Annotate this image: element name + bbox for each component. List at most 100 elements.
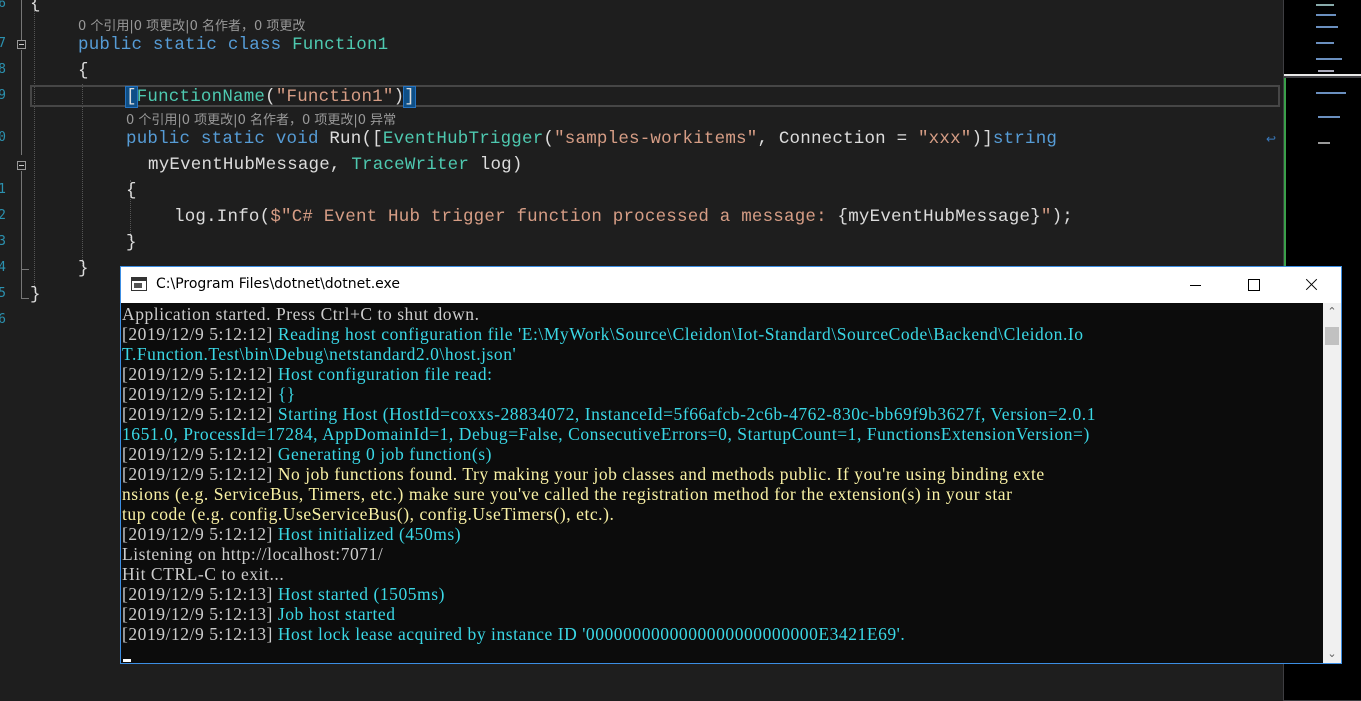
scrollbar-thumb[interactable] bbox=[1325, 327, 1339, 345]
console-titlebar[interactable]: C:\Program Files\dotnet\dotnet.exe bbox=[121, 267, 1341, 303]
type-name: TraceWriter bbox=[351, 155, 470, 175]
code-line: { bbox=[30, 0, 41, 14]
console-timestamp: [2019/12/9 5:12:12] bbox=[122, 404, 278, 424]
minimap-change-bar bbox=[1284, 78, 1286, 278]
console-line: T.Function.Test\bin\Debug\netstandard2.0… bbox=[122, 344, 516, 364]
string-literal: "Function1" bbox=[275, 87, 394, 107]
line-number: 0 bbox=[0, 130, 6, 145]
collapse-icon[interactable] bbox=[17, 161, 26, 170]
string-literal: "xxx" bbox=[917, 129, 972, 149]
code-text: log) bbox=[469, 155, 523, 175]
param-name: myEventHubMessage, bbox=[148, 155, 352, 175]
attribute-name: EventHubTrigger bbox=[382, 129, 544, 149]
line-number: 1 bbox=[0, 182, 6, 197]
bracket-match: ] bbox=[403, 86, 416, 108]
minimap-line bbox=[1316, 4, 1334, 6]
code-line: myEventHubMessage, TraceWriter log) bbox=[148, 155, 523, 175]
console-line: [2019/12/9 5:12:12] Reading host configu… bbox=[122, 324, 1084, 344]
console-line: [2019/12/9 5:12:12] Starting Host (HostI… bbox=[122, 404, 1096, 424]
word-wrap-icon: ↩ bbox=[1266, 132, 1277, 146]
console-line: tup code (e.g. config.UseServiceBus(), c… bbox=[122, 504, 614, 524]
keyword: void bbox=[275, 129, 319, 149]
console-timestamp: [2019/12/9 5:12:13] bbox=[122, 584, 278, 604]
console-window-icon[interactable] bbox=[131, 277, 147, 291]
console-message: Host configuration file read: bbox=[277, 364, 493, 384]
minimap-line bbox=[1316, 92, 1346, 94]
interpolation: {myEventHubMessage} bbox=[837, 207, 1041, 227]
console-line: [2019/12/9 5:12:12] No job functions fou… bbox=[122, 464, 1045, 484]
code-line: { bbox=[126, 181, 137, 201]
method-name: Run( bbox=[329, 129, 373, 149]
console-scrollbar[interactable]: ⌃ ⌄ bbox=[1323, 303, 1341, 663]
keyword: class bbox=[227, 35, 282, 55]
console-message: Listening on http://localhost:7071/ bbox=[122, 544, 384, 564]
window-title: C:\Program Files\dotnet\dotnet.exe bbox=[156, 276, 401, 292]
keyword: public bbox=[78, 35, 143, 55]
keyword: public bbox=[126, 129, 191, 149]
outline-end bbox=[21, 298, 29, 299]
console-timestamp: [2019/12/9 5:12:12] bbox=[122, 444, 278, 464]
console-line: [2019/12/9 5:12:12] {} bbox=[122, 384, 296, 404]
codelens-info[interactable]: 0 个引用|0 项更改|0 名作者，0 项更改|0 异常 bbox=[126, 109, 396, 128]
outline-end bbox=[21, 269, 29, 270]
minimap-line bbox=[1316, 58, 1342, 60]
console-timestamp: [2019/12/9 5:12:12] bbox=[122, 464, 278, 484]
console-message: 1651.0, ProcessId=17284, AppDomainId=1, … bbox=[122, 424, 1090, 444]
minimap-line bbox=[1318, 70, 1334, 72]
collapse-icon[interactable] bbox=[17, 40, 26, 49]
paren: ( bbox=[543, 129, 555, 149]
line-number: 6 bbox=[0, 0, 6, 11]
line-number: 3 bbox=[0, 234, 6, 249]
bracket: )] bbox=[971, 129, 993, 149]
console-output[interactable]: Application started. Press Ctrl+C to shu… bbox=[121, 303, 1323, 663]
minimap-line bbox=[1318, 116, 1340, 118]
console-line: Hit CTRL-C to exit... bbox=[122, 564, 284, 584]
paren: ( bbox=[265, 87, 276, 107]
attribute-name: FunctionName bbox=[136, 87, 266, 107]
outline-line bbox=[21, 171, 22, 299]
console-message: Generating 0 job function(s) bbox=[277, 444, 493, 464]
maximize-icon[interactable] bbox=[1224, 267, 1282, 303]
console-timestamp: [2019/12/9 5:12:12] bbox=[122, 384, 278, 404]
console-message: {} bbox=[277, 384, 296, 404]
line-number: 4 bbox=[0, 260, 6, 275]
keyword: string bbox=[992, 129, 1058, 149]
console-line: [2019/12/9 5:12:13] Host lock lease acqu… bbox=[122, 624, 905, 644]
minimap-line bbox=[1318, 142, 1330, 144]
console-line: nsions (e.g. ServiceBus, Timers, etc.) m… bbox=[122, 484, 1013, 504]
console-window[interactable]: C:\Program Files\dotnet\dotnet.exe Appli… bbox=[120, 266, 1342, 664]
console-timestamp: [2019/12/9 5:12:12] bbox=[122, 524, 278, 544]
console-message: Application started. Press Ctrl+C to shu… bbox=[122, 304, 480, 324]
console-message: Reading host configuration file 'E:\MyWo… bbox=[277, 324, 1084, 344]
code-text: , Connection = bbox=[757, 129, 918, 149]
console-timestamp: [2019/12/9 5:12:13] bbox=[122, 604, 278, 624]
line-number: 6 bbox=[0, 312, 6, 327]
scroll-up-icon[interactable]: ⌃ bbox=[1323, 303, 1341, 321]
code-line: public static class Function1 bbox=[78, 35, 388, 55]
scroll-down-icon[interactable]: ⌄ bbox=[1323, 645, 1341, 663]
console-timestamp: [2019/12/9 5:12:13] bbox=[122, 624, 278, 644]
console-timestamp: [2019/12/9 5:12:12] bbox=[122, 324, 278, 344]
line-number: 9 bbox=[0, 88, 6, 103]
indent-guide bbox=[82, 84, 83, 266]
console-line: [2019/12/9 5:12:12] Host initialized (45… bbox=[122, 524, 461, 544]
console-line: [2019/12/9 5:12:12] Host configuration f… bbox=[122, 364, 493, 384]
code-line: { bbox=[78, 61, 89, 81]
console-message: nsions (e.g. ServiceBus, Timers, etc.) m… bbox=[122, 484, 1013, 504]
console-message: Host initialized (450ms) bbox=[277, 524, 462, 544]
minimap-line bbox=[1316, 14, 1336, 16]
code-line: } bbox=[126, 233, 137, 253]
string-literal: " bbox=[1040, 207, 1052, 227]
minimap-line bbox=[1316, 42, 1334, 44]
code-line: log.Info($"C# Event Hub trigger function… bbox=[174, 207, 1073, 227]
console-message: Host lock lease acquired by instance ID … bbox=[277, 624, 906, 644]
class-name: Function1 bbox=[292, 35, 389, 55]
codelens-info[interactable]: 0 个引用|0 项更改|0 名作者，0 项更改 bbox=[78, 15, 305, 34]
console-timestamp: [2019/12/9 5:12:12] bbox=[122, 364, 278, 384]
code-line: public static void Run([EventHubTrigger(… bbox=[126, 129, 1057, 149]
close-icon[interactable] bbox=[1282, 267, 1340, 303]
console-message: Host started (1505ms) bbox=[277, 584, 445, 604]
code-line: [FunctionName("Function1")] bbox=[125, 86, 416, 108]
minimize-icon[interactable] bbox=[1166, 267, 1224, 303]
line-number: 8 bbox=[0, 62, 6, 77]
